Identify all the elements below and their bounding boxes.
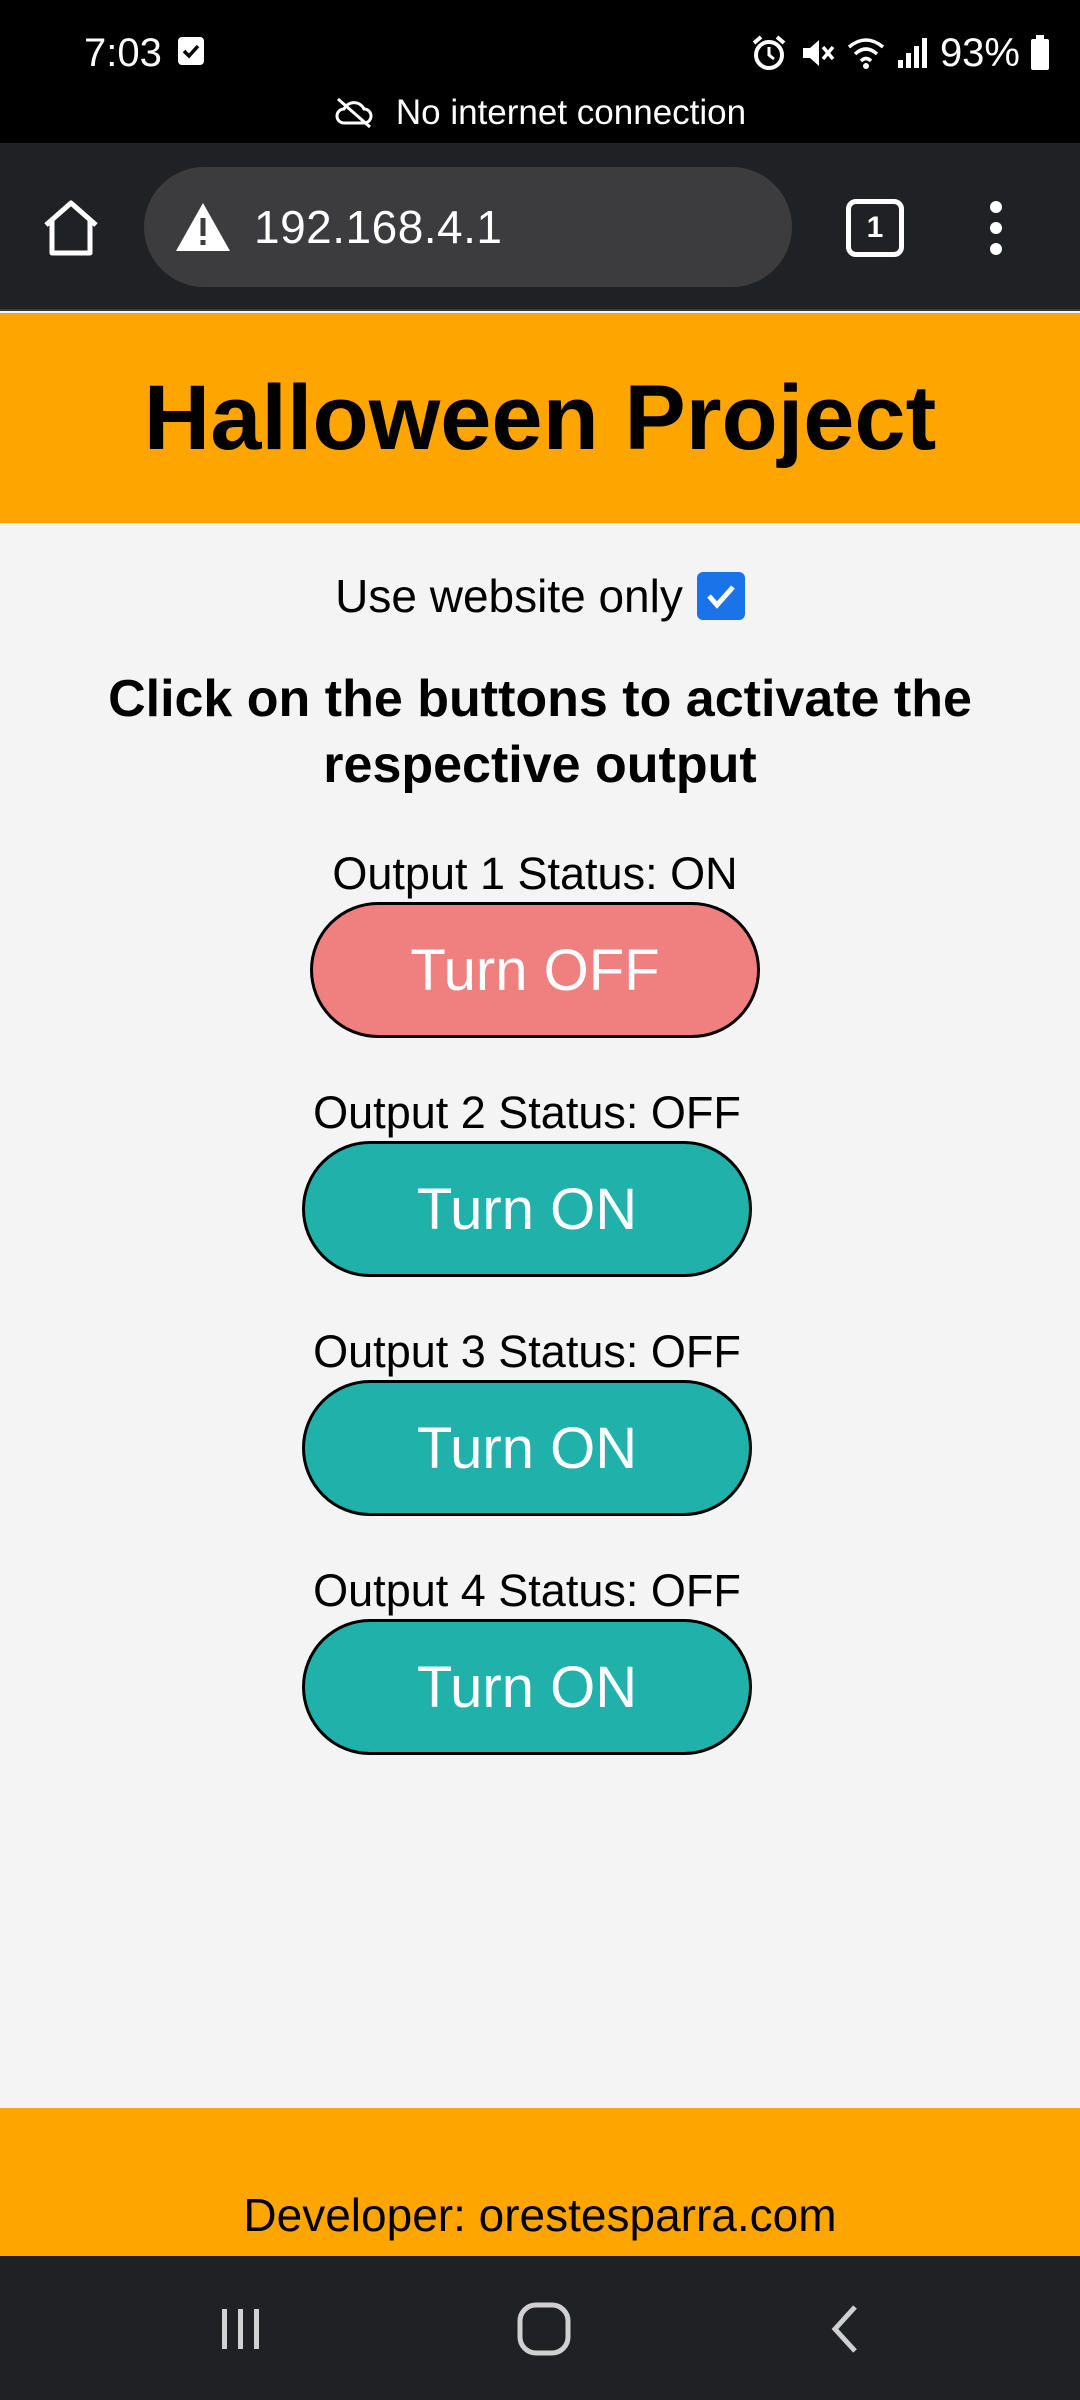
cloud-off-icon [335, 97, 373, 129]
system-navigation-bar [0, 2256, 1080, 2400]
output-2-toggle-button[interactable]: Turn ON [302, 1141, 752, 1277]
recent-apps-icon [222, 2309, 259, 2349]
address-bar[interactable]: 192.168.4.1 [144, 167, 792, 287]
alarm-icon [752, 35, 786, 70]
website-only-row: Use website only [0, 566, 1080, 626]
more-options-icon[interactable] [976, 193, 1016, 263]
output-4-toggle-button[interactable]: Turn ON [302, 1619, 752, 1755]
warning-icon [176, 203, 230, 251]
back-chevron-icon [831, 2305, 857, 2353]
page-footer: Developer: orestesparra.com [0, 2108, 1080, 2256]
website-only-checkbox[interactable] [696, 572, 745, 620]
output-2: Output 2 Status: OFF Turn ON [297, 1085, 757, 1277]
page-title: Halloween Project [143, 366, 937, 469]
home-nav-button[interactable] [499, 2284, 589, 2374]
output-1: Output 1 Status: ON Turn OFF [305, 846, 765, 1038]
status-time: 7:03 [84, 31, 162, 75]
output-3-toggle-button[interactable]: Turn ON [302, 1380, 752, 1516]
back-button[interactable] [800, 2284, 890, 2374]
output-4: Output 4 Status: OFF Turn ON [297, 1563, 757, 1755]
page-header: Halloween Project [0, 313, 1080, 523]
url-text: 192.168.4.1 [254, 201, 503, 253]
output-4-status: Output 4 Status: OFF [313, 1565, 741, 1616]
developer-credit: Developer: orestesparra.com [243, 2189, 837, 2241]
output-3: Output 3 Status: OFF Turn ON [297, 1324, 757, 1516]
checkmark-icon [706, 585, 735, 609]
wifi-icon [847, 38, 885, 69]
home-circle-icon [517, 2302, 571, 2356]
no-internet-text: No internet connection [395, 93, 747, 132]
output-3-status: Output 3 Status: OFF [313, 1326, 741, 1377]
instructions-text: Click on the buttons to activate the res… [108, 670, 972, 794]
browser-toolbar: 192.168.4.1 1 [0, 143, 1080, 311]
mute-icon [802, 40, 835, 66]
recent-apps-button[interactable] [196, 2284, 286, 2374]
output-1-toggle-button[interactable]: Turn OFF [310, 902, 760, 1038]
status-bar: 7:03 93% No internet connection [0, 0, 1080, 143]
output-1-status: Output 1 Status: ON [332, 848, 738, 899]
output-2-status: Output 2 Status: OFF [313, 1087, 741, 1138]
tab-switcher-button[interactable]: 1 [846, 199, 904, 257]
website-only-label: Use website only [335, 570, 683, 622]
no-internet-banner: No internet connection [0, 88, 1080, 138]
battery-percent: 93% [939, 31, 1020, 75]
home-icon[interactable] [36, 193, 106, 263]
status-icons: 93% [750, 28, 1050, 78]
checkbox-notification-icon [178, 37, 204, 65]
battery-icon [1031, 35, 1049, 70]
signal-icon [897, 38, 927, 68]
